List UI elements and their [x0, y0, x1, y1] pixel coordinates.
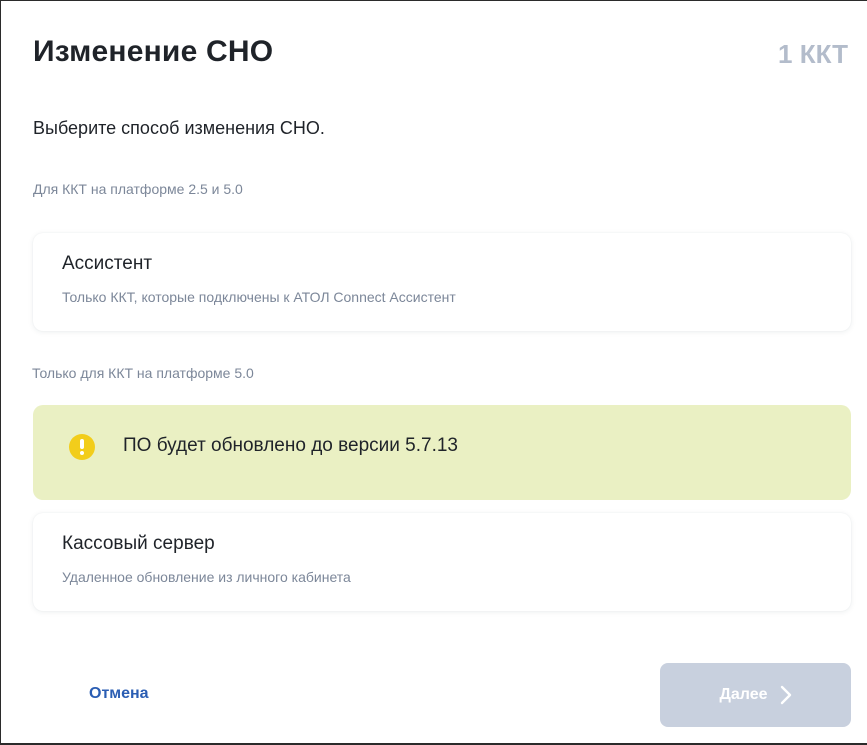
section-label-platform-25-50: Для ККТ на платформе 2.5 и 5.0	[33, 181, 243, 197]
option-cash-server-title: Кассовый сервер	[62, 533, 215, 554]
section-label-platform-50: Только для ККТ на платформе 5.0	[32, 365, 254, 381]
next-button-label: Далее	[719, 686, 768, 703]
exclamation-circle-icon	[69, 434, 95, 460]
change-tax-system-dialog: Изменение СНО 1 ККТ Выберите способ изме…	[0, 0, 867, 745]
option-cash-server-description: Удаленное обновление из личного кабинета	[62, 569, 351, 585]
cancel-button[interactable]: Отмена	[89, 685, 149, 703]
firmware-update-warning: ПО будет обновлено до версии 5.7.13	[33, 405, 851, 500]
warning-text: ПО будет обновлено до версии 5.7.13	[123, 435, 458, 456]
next-button[interactable]: Далее	[660, 663, 851, 727]
option-assistant-title: Ассистент	[62, 253, 153, 274]
chevron-right-icon	[780, 685, 792, 705]
option-cash-server[interactable]: Кассовый сервер Удаленное обновление из …	[33, 513, 851, 611]
option-assistant-description: Только ККТ, которые подключены к АТОЛ Co…	[62, 289, 456, 305]
option-assistant[interactable]: Ассистент Только ККТ, которые подключены…	[33, 233, 851, 331]
device-count: 1 ККТ	[778, 39, 848, 69]
dialog-subtitle: Выберите способ изменения СНО.	[33, 118, 325, 138]
dialog-title: Изменение СНО	[33, 35, 274, 68]
